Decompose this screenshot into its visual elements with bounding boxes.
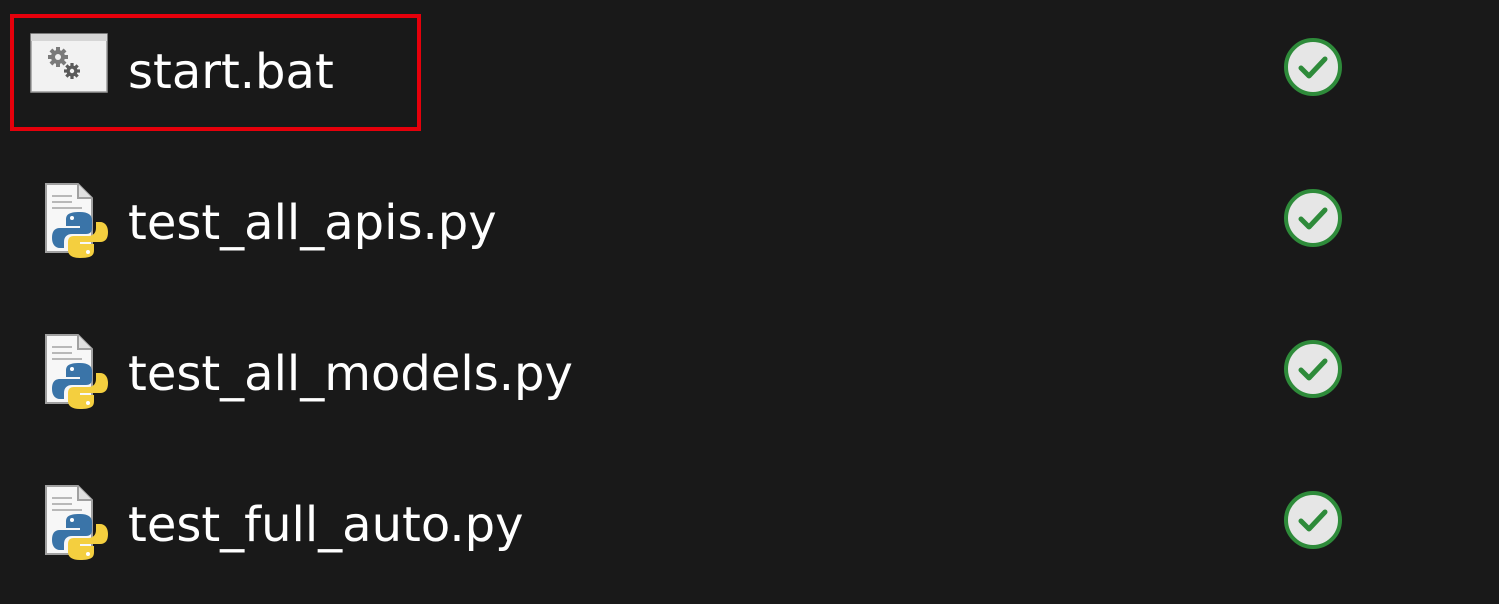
- file-row-test-all-models[interactable]: test_all_models.py: [0, 302, 1499, 453]
- file-row-start-bat[interactable]: start.bat: [0, 0, 1499, 151]
- file-list: start.bat test_all_apis.py test_all_mode…: [0, 0, 1499, 604]
- green-check-circle-icon: [1284, 491, 1342, 549]
- python-file-icon: [45, 334, 108, 409]
- green-check-circle-icon: [1284, 38, 1342, 96]
- batch-file-gears-icon: [30, 33, 108, 93]
- file-row-test-all-apis[interactable]: test_all_apis.py: [0, 151, 1499, 302]
- python-file-icon: [45, 485, 108, 560]
- file-row-test-full-auto[interactable]: test_full_auto.py: [0, 453, 1499, 604]
- green-check-circle-icon: [1284, 189, 1342, 247]
- green-check-circle-icon: [1284, 340, 1342, 398]
- python-file-icon: [45, 183, 108, 258]
- file-name: test_full_auto.py: [128, 497, 524, 553]
- file-name: start.bat: [128, 44, 334, 100]
- file-name: test_all_apis.py: [128, 195, 497, 251]
- file-name: test_all_models.py: [128, 346, 573, 402]
